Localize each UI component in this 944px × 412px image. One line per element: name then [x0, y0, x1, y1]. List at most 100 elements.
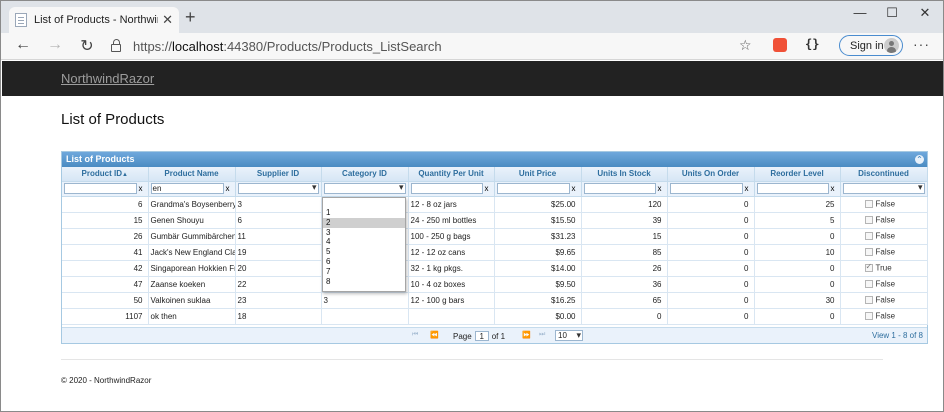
clear-filter-icon[interactable]: x: [831, 184, 835, 193]
refresh-icon[interactable]: ↻: [77, 36, 97, 56]
cell-reorder: 0: [754, 260, 841, 277]
filter-units-on-order-input[interactable]: [669, 183, 743, 194]
url-text[interactable]: https://localhost:44380/Products/Product…: [133, 39, 442, 54]
category-option[interactable]: 3: [323, 228, 405, 238]
column-header[interactable]: Supplier ID: [235, 167, 322, 182]
forward-arrow-icon[interactable]: →: [45, 36, 65, 54]
filter-product-name-input[interactable]: en: [150, 183, 224, 194]
table-row[interactable]: 42Singaporean Hokkien Fried Mee20 32 - 1 …: [62, 260, 928, 277]
discontinued-checkbox[interactable]: [864, 296, 873, 305]
json-extension-icon[interactable]: {}: [805, 37, 819, 51]
browser-tab[interactable]: List of Products - NorthwindRazor ✕: [9, 7, 179, 33]
cell-stock: 65: [581, 292, 668, 309]
column-header-label: Supplier ID: [256, 169, 300, 179]
table-row[interactable]: 26 Gumbär Gummibärchen 11 100 - 250 g bags $…: [62, 228, 928, 245]
column-header[interactable]: Reorder Level: [754, 167, 841, 182]
filter-category-select[interactable]: [323, 182, 406, 194]
back-arrow-icon[interactable]: ←: [13, 36, 33, 54]
category-option[interactable]: 1: [323, 208, 405, 218]
more-menu-icon[interactable]: ···: [913, 36, 930, 52]
column-header[interactable]: Unit Price: [494, 167, 582, 182]
page-number-input[interactable]: 1: [474, 331, 489, 341]
swift-extension-icon[interactable]: [773, 38, 787, 52]
cell-stock: 85: [581, 244, 668, 261]
cell-order: 0: [667, 212, 755, 229]
address-bar[interactable]: https://localhost:44380/Products/Product…: [111, 35, 759, 57]
column-header[interactable]: Product ID▲: [62, 167, 149, 182]
filter-units-in-stock-input[interactable]: [583, 183, 656, 194]
filter-unit-price-input[interactable]: [496, 183, 570, 194]
cell-order: 0: [667, 276, 755, 293]
favorite-star-icon[interactable]: ☆: [739, 37, 752, 54]
clear-filter-icon[interactable]: x: [572, 184, 576, 193]
clear-filter-icon[interactable]: x: [658, 184, 662, 193]
discontinued-checkbox[interactable]: [864, 262, 873, 273]
page-label: Page: [453, 331, 472, 341]
footer-divider: [61, 359, 883, 360]
filter-reorder-level-input[interactable]: [756, 183, 829, 194]
clear-filter-icon[interactable]: x: [745, 184, 749, 193]
column-header[interactable]: Units On Order: [667, 167, 755, 182]
discontinued-checkbox[interactable]: [864, 200, 873, 209]
table-row[interactable]: 1107 ok then 18 $0.00 0 0 0 False: [62, 308, 928, 325]
table-row[interactable]: 15 Genen Shouyu 6 24 - 250 ml bottles $15.50…: [62, 212, 928, 229]
cell-discontinued: False: [840, 292, 928, 309]
column-header[interactable]: Product Name: [148, 167, 236, 182]
filter-quantity-input[interactable]: [410, 183, 483, 194]
cell-order: 0: [667, 196, 755, 213]
cell-supplier: 3: [235, 196, 322, 213]
cell-price: $25.00: [494, 196, 582, 213]
filter-product-id-input[interactable]: [64, 183, 137, 194]
column-header-label: Units In Stock: [597, 169, 651, 179]
table-row[interactable]: 41Jack's New England Clam Chowder19 12 - …: [62, 244, 928, 261]
discontinued-checkbox[interactable]: [864, 312, 873, 321]
first-page-icon[interactable]: ⏮: [412, 331, 418, 339]
cell-price: $15.50: [494, 212, 582, 229]
new-tab-icon[interactable]: +: [185, 8, 196, 26]
category-option[interactable]: 8: [323, 277, 405, 287]
column-header[interactable]: Category ID: [321, 167, 409, 182]
rows-per-page-select[interactable]: 10: [555, 330, 583, 341]
close-window-icon[interactable]: ✕: [911, 5, 939, 21]
cell-discontinued: False: [840, 244, 928, 261]
prev-page-icon[interactable]: ⏪: [430, 331, 439, 339]
discontinued-checkbox[interactable]: [864, 232, 873, 241]
minimize-icon[interactable]: —: [846, 5, 874, 20]
collapse-grid-icon[interactable]: ⌃: [915, 155, 924, 164]
category-option[interactable]: 6: [323, 257, 405, 267]
category-dropdown-list[interactable]: 12345678: [322, 197, 406, 292]
category-option[interactable]: 4: [323, 237, 405, 247]
category-option[interactable]: 2: [323, 217, 405, 228]
table-row[interactable]: 6Grandma's Boysenberry Spread3 12 - 8 oz …: [62, 196, 928, 213]
clear-filter-icon[interactable]: x: [485, 184, 489, 193]
discontinued-checkbox[interactable]: [864, 280, 873, 289]
table-row[interactable]: 50 Valkoinen suklaa 23 3 12 - 100 g bars $16.…: [62, 292, 928, 309]
clear-filter-icon[interactable]: x: [139, 184, 143, 193]
close-tab-icon[interactable]: ✕: [162, 12, 173, 28]
cell-name: ok then: [148, 308, 236, 325]
discontinued-checkbox[interactable]: [864, 248, 873, 257]
cell-reorder: 25: [754, 196, 841, 213]
table-row[interactable]: 47 Zaanse koeken 22 10 - 4 oz boxes $9.50 36 0…: [62, 276, 928, 293]
brand-link[interactable]: NorthwindRazor: [61, 71, 154, 86]
cell-supplier: 20: [235, 260, 322, 277]
maximize-icon[interactable]: ☐: [878, 5, 906, 21]
filter-unit-price: x: [494, 181, 582, 197]
url-host: localhost: [172, 38, 224, 54]
cell-id: 50: [62, 292, 149, 309]
clear-filter-icon[interactable]: x: [226, 184, 230, 193]
category-option[interactable]: 5: [323, 247, 405, 257]
cell-qty: [408, 308, 495, 325]
discontinued-checkbox[interactable]: [864, 216, 873, 225]
column-header[interactable]: Discontinued: [840, 167, 928, 182]
cell-stock: 26: [581, 260, 668, 277]
filter-supplier-select[interactable]: [237, 182, 319, 194]
filter-discontinued-select[interactable]: [842, 182, 925, 194]
category-option[interactable]: 7: [323, 267, 405, 277]
column-header[interactable]: Quantity Per Unit: [408, 167, 495, 182]
sign-in-button[interactable]: Sign in: [839, 35, 903, 56]
last-page-icon[interactable]: ⏭: [539, 331, 545, 339]
column-header[interactable]: Units In Stock: [581, 167, 668, 182]
cell-id: 41: [62, 244, 149, 261]
next-page-icon[interactable]: ⏩: [522, 331, 531, 339]
